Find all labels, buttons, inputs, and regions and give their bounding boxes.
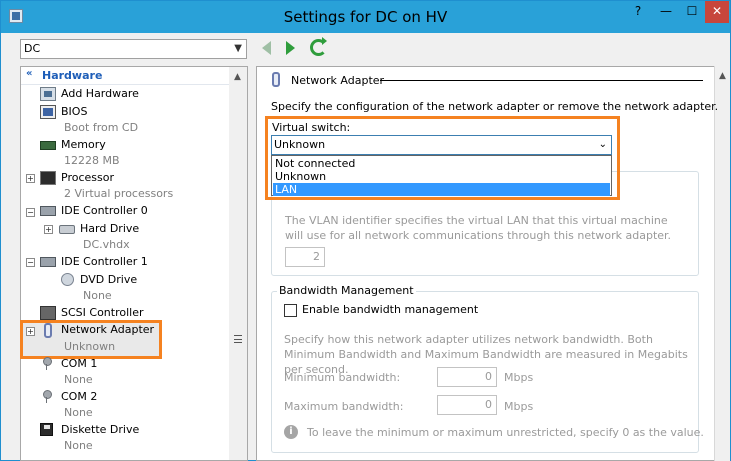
- scroll-up-icon[interactable]: ▲: [234, 72, 241, 82]
- tree-item-label: Hard Drive: [80, 222, 140, 235]
- tree-item-label: Memory: [61, 138, 106, 151]
- diskette-drive-icon: [40, 423, 53, 436]
- tree-item-label: Add Hardware: [61, 87, 139, 100]
- expand-plus-icon[interactable]: +: [44, 225, 53, 234]
- enable-bandwidth-label[interactable]: Enable bandwidth management: [302, 303, 478, 316]
- scsi-controller-icon: [40, 306, 56, 320]
- ide-controller-icon: [40, 206, 56, 216]
- dvd-drive-icon: [61, 273, 74, 286]
- splitter-grip-icon[interactable]: [234, 335, 242, 343]
- info-icon: i: [284, 425, 298, 439]
- tree-item-label: IDE Controller 0: [61, 204, 148, 217]
- tree-item-detail: None: [83, 289, 112, 302]
- tree-item-label: SCSI Controller: [61, 306, 144, 319]
- com-port-icon: [40, 357, 53, 370]
- tree-item-label: Diskette Drive: [61, 423, 140, 436]
- tree-item-label: COM 2: [61, 390, 98, 403]
- vm-selector[interactable]: DC ▼: [20, 39, 247, 59]
- bios-icon: [40, 105, 56, 119]
- title-bar[interactable]: Settings for DC on HV ? — ☐ ✕: [1, 1, 730, 33]
- panel-description: Specify the configuration of the network…: [271, 100, 719, 113]
- min-bandwidth-input[interactable]: 0: [437, 367, 497, 387]
- tree-item-detail: None: [64, 406, 93, 419]
- add-hardware-icon: [40, 87, 56, 101]
- min-bandwidth-label: Minimum bandwidth:: [284, 371, 401, 384]
- max-bandwidth-unit: Mbps: [504, 400, 534, 413]
- max-bandwidth-input[interactable]: 0: [437, 395, 497, 415]
- tree-item-label: COM 1: [61, 357, 98, 370]
- memory-icon: [40, 141, 56, 150]
- hard-drive-icon: [59, 225, 75, 234]
- tree-item-detail: Boot from CD: [64, 121, 139, 134]
- tree-item-label: BIOS: [61, 105, 88, 118]
- highlight-box-network-adapter: [20, 320, 162, 359]
- tree-item-detail: None: [64, 373, 93, 386]
- maximize-button[interactable]: ☐: [679, 1, 705, 23]
- refresh-icon[interactable]: [310, 37, 327, 56]
- tree-item-label: Processor: [61, 171, 114, 184]
- collapse-chevron-icon[interactable]: «: [26, 68, 32, 79]
- tree-item-detail: None: [64, 439, 93, 452]
- expand-plus-icon[interactable]: +: [26, 174, 35, 183]
- divider: [21, 84, 229, 85]
- panel-scrollbar[interactable]: ▲: [714, 66, 730, 461]
- tree-scrollbar[interactable]: ▲: [229, 66, 248, 461]
- tree-item-detail: 2 Virtual processors: [64, 187, 174, 200]
- tree-item-detail: 12228 MB: [64, 154, 120, 167]
- tree-item-label: IDE Controller 1: [61, 255, 148, 268]
- minimize-button[interactable]: —: [653, 1, 679, 23]
- tree-header-label: Hardware: [42, 69, 103, 82]
- collapse-minus-icon[interactable]: −: [26, 258, 35, 267]
- ide-controller-icon: [40, 257, 56, 267]
- min-bandwidth-unit: Mbps: [504, 371, 534, 384]
- vlan-description: The VLAN identifier specifies the virtua…: [285, 214, 672, 242]
- tree-item-label: DVD Drive: [80, 273, 138, 286]
- collapse-minus-icon[interactable]: −: [26, 208, 35, 217]
- network-adapter-icon: [272, 72, 280, 87]
- max-bandwidth-label: Maximum bandwidth:: [284, 400, 404, 413]
- previous-arrow-icon[interactable]: [262, 41, 271, 55]
- scroll-up-icon[interactable]: ▲: [719, 71, 726, 81]
- close-button[interactable]: ✕: [705, 1, 729, 23]
- section-rule: [380, 80, 703, 81]
- settings-window: Settings for DC on HV ? — ☐ ✕ DC ▼ ▲ « H…: [0, 0, 731, 461]
- bandwidth-title: Bandwidth Management: [277, 284, 416, 297]
- next-arrow-icon[interactable]: [286, 41, 295, 55]
- tree-item-detail: DC.vhdx: [83, 238, 130, 251]
- vlan-id-input[interactable]: 2: [285, 247, 325, 267]
- highlight-box-virtual-switch: [265, 116, 620, 200]
- section-title: Network Adapter: [291, 74, 385, 87]
- vm-selector-value: DC: [24, 42, 41, 55]
- processor-icon: [40, 171, 56, 185]
- tree-header-hardware[interactable]: « Hardware: [21, 68, 229, 84]
- bandwidth-info-text: To leave the minimum or maximum unrestri…: [307, 426, 704, 439]
- chevron-down-icon: ▼: [234, 43, 242, 54]
- window-title: Settings for DC on HV: [283, 8, 448, 26]
- help-button[interactable]: ?: [625, 1, 651, 23]
- com-port-icon: [40, 390, 53, 403]
- enable-bandwidth-checkbox[interactable]: [284, 304, 297, 317]
